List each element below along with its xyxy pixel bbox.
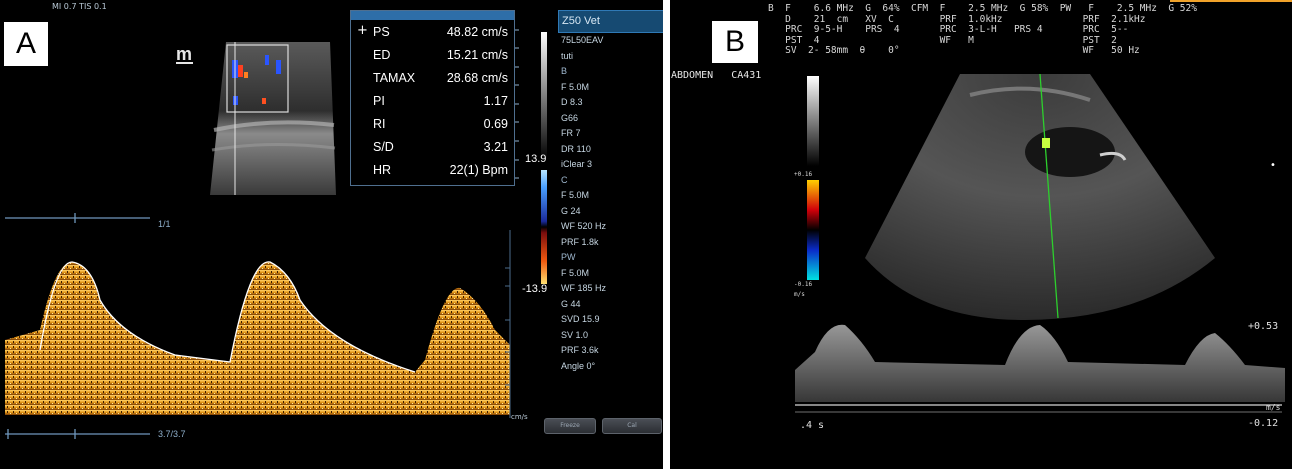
- doppler-scale-max: +0.53: [1248, 321, 1279, 332]
- measurement-key: RI: [373, 116, 386, 131]
- measurement-value: 3.21: [483, 139, 508, 154]
- setting-line: WF 520 Hz: [561, 221, 607, 231]
- setting-line: F 5.0M: [561, 190, 590, 200]
- settings-list: 75L50EAV tuti B F 5.0M D 8.3 G66 FR 7 DR 110 iCl…: [558, 33, 663, 374]
- color-bar-max: +0.16: [794, 171, 813, 178]
- measurement-row: RI 0.69: [351, 112, 514, 135]
- timebar-bottom-label: 3.7/3.7: [158, 429, 186, 439]
- panel-b-graphics: •: [795, 0, 1292, 413]
- setting-line: F 5.0M: [561, 267, 590, 278]
- setting-line: WF 185 Hz: [561, 283, 607, 293]
- measurement-key: PS: [373, 24, 390, 39]
- measurement-key: S/D: [373, 139, 394, 154]
- measurement-value: 48.82 cm/s: [446, 24, 508, 39]
- measurement-key: PI: [373, 93, 385, 108]
- doppler-scale-min: -0.12: [1248, 418, 1279, 429]
- measurement-row: S/D 3.21: [351, 135, 514, 158]
- setting-line: C: [561, 174, 568, 185]
- doppler-unit: m/s: [1266, 403, 1281, 412]
- setting-line: D 8.3: [561, 97, 583, 107]
- setting-line: DR 110: [561, 143, 591, 154]
- setting-line: iClear 3: [561, 159, 593, 169]
- measurement-value: 22(1) Bpm: [449, 162, 508, 177]
- setting-line: FR 7: [561, 128, 581, 138]
- timebar-top-label: 1/1: [158, 219, 171, 229]
- measurement-key: HR: [373, 162, 392, 177]
- power-readout: MI 0.7 TIS 0.1: [52, 2, 107, 11]
- measurement-row: HR 22(1) Bpm: [351, 158, 514, 181]
- color-scale-min: -13.9: [522, 283, 548, 295]
- parameter-line: B F 6.6 MHz G 64% CFM F 2.5 MHz G 58% PW…: [768, 3, 1197, 14]
- settings-panel: Z50 Vet 75L50EAV tuti B F 5.0M D 8.3 G66 FR 7 D…: [558, 10, 663, 374]
- svg-text:m: m: [176, 44, 192, 64]
- setting-line: G 24: [561, 205, 581, 216]
- probe-name: Z50 Vet: [558, 10, 663, 33]
- measurement-value: 28.68 cm/s: [446, 70, 508, 85]
- setting-line: PW: [561, 252, 576, 262]
- setting-line: G66: [561, 112, 579, 123]
- parameter-line: SV 2- 58mm θ 0° WF 50 Hz: [768, 45, 1140, 56]
- setting-line: PRF 3.6k: [561, 345, 599, 355]
- measurement-header-bar: [351, 11, 514, 20]
- setting-line: SVD 15.9: [561, 314, 600, 324]
- setting-line: SV 1.0: [561, 329, 589, 340]
- measurement-row: PS 48.82 cm/s: [351, 20, 514, 43]
- exam-label: ABDOMEN CA431: [671, 70, 762, 81]
- parameter-line: PRC 9-5-H PRS 4 PRC 3-L-H PRS 4 PRC 5--: [768, 24, 1129, 35]
- setting-line: PRF 1.8k: [561, 236, 599, 247]
- measurement-value: 15.21 cm/s: [446, 47, 508, 62]
- setting-line: G 44: [561, 298, 581, 309]
- setting-line: Angle 0°: [561, 360, 596, 371]
- axis-unit: cm/s: [511, 413, 528, 421]
- cal-button[interactable]: Cal: [602, 418, 662, 434]
- time-scale-label: .4 s: [800, 420, 825, 431]
- setting-line: F 5.0M: [561, 81, 590, 92]
- freeze-button[interactable]: Freeze: [544, 418, 596, 434]
- setting-line: B: [561, 66, 568, 76]
- measurement-table: + PS 48.82 cm/s ED 15.21 cm/s TAMAX 28.68 cm/…: [350, 10, 515, 186]
- color-bar-unit: m/s: [794, 291, 805, 298]
- color-bar-min: -0.16: [794, 281, 813, 288]
- panel-b-label: B: [712, 21, 758, 63]
- measurement-row: ED 15.21 cm/s: [351, 43, 514, 66]
- measurement-value: 0.69: [483, 116, 508, 131]
- plus-icon: +: [357, 23, 368, 38]
- measurement-rows: PS 48.82 cm/s ED 15.21 cm/s TAMAX 28.68 cm/s P…: [351, 20, 514, 181]
- acquisition-parameters: B F 6.6 MHz G 64% CFM F 2.5 MHz G 58% PW…: [768, 3, 1197, 57]
- setting-line: 75L50EAV: [561, 35, 604, 45]
- measurement-row: PI 1.17: [351, 89, 514, 112]
- measurement-value: 1.17: [483, 93, 508, 108]
- measurement-key: TAMAX: [373, 70, 416, 85]
- setting-line: tuti: [561, 50, 574, 61]
- svg-text:•: •: [1270, 160, 1276, 171]
- color-scale-max: 13.9: [525, 153, 547, 165]
- panel-a-label: A: [4, 22, 48, 66]
- panel-b: • B B F 6.6 MHz G 64% CFM F 2.5 MHz G 58…: [670, 0, 1292, 469]
- measurement-row: TAMAX 28.68 cm/s: [351, 66, 514, 89]
- panel-a: m A MI 0.7 TIS 0.1 + PS 48.82 cm/s ED 15…: [0, 0, 663, 469]
- measurement-key: ED: [373, 47, 391, 62]
